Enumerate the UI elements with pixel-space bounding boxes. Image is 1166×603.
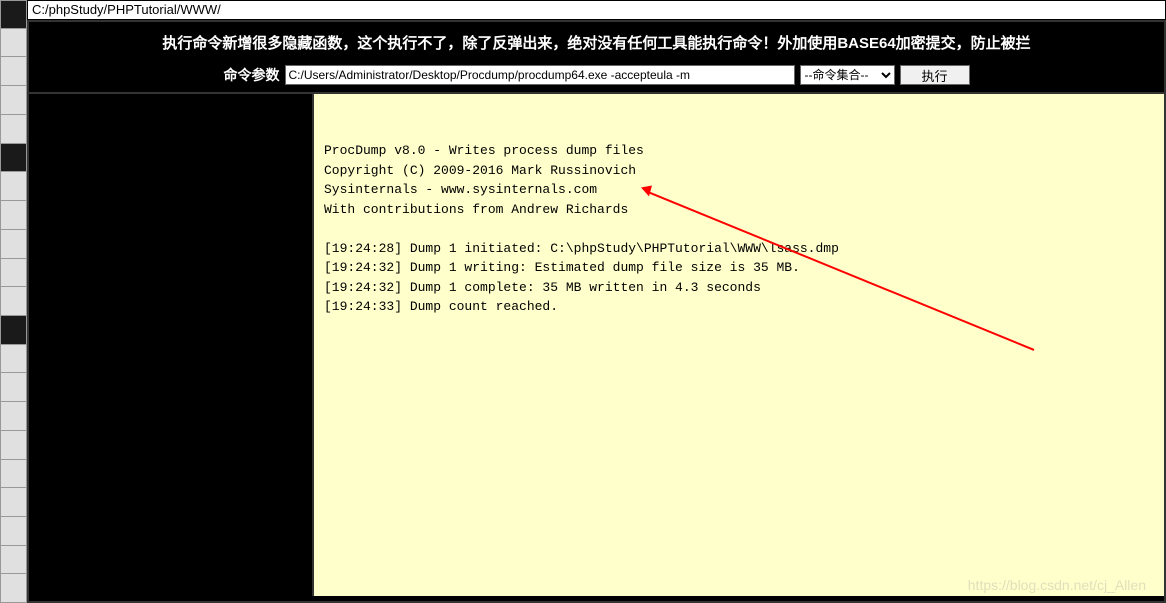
command-select[interactable]: --命令集合--: [800, 65, 895, 85]
output-line: Sysinternals - www.sysinternals.com: [324, 180, 1154, 200]
sidebar-cell[interactable]: [0, 144, 27, 173]
main-area: 执行命令新增很多隐藏函数，这个执行不了，除了反弹出来，绝对没有任何工具能执行命令…: [27, 20, 1166, 603]
sidebar-cell[interactable]: [0, 172, 27, 201]
sidebar-cell[interactable]: [0, 86, 27, 115]
execute-button[interactable]: 执行: [900, 65, 970, 85]
sidebar-cell[interactable]: [0, 57, 27, 86]
sidebar-cell[interactable]: [0, 460, 27, 489]
output-line: [324, 219, 1154, 239]
output-line: ProcDump v8.0 - Writes process dump file…: [324, 141, 1154, 161]
sidebar-cell[interactable]: [0, 345, 27, 374]
sidebar-cell[interactable]: [0, 201, 27, 230]
sidebar-cell[interactable]: [0, 287, 27, 316]
sidebar-cell[interactable]: [0, 0, 27, 29]
output-line: [19:24:33] Dump count reached.: [324, 297, 1154, 317]
left-panel: [29, 94, 314, 596]
output-line: Copyright (C) 2009-2016 Mark Russinovich: [324, 161, 1154, 181]
output-panel: ProcDump v8.0 - Writes process dump file…: [314, 94, 1164, 596]
left-sidebar: [0, 0, 27, 603]
header-warning-text: 执行命令新增很多隐藏函数，这个执行不了，除了反弹出来，绝对没有任何工具能执行命令…: [29, 22, 1164, 63]
sidebar-cell[interactable]: [0, 431, 27, 460]
watermark: https://blog.csdn.net/cj_Allen: [968, 577, 1146, 593]
sidebar-cell[interactable]: [0, 574, 27, 603]
output-line: [19:24:28] Dump 1 initiated: C:\phpStudy…: [324, 239, 1154, 259]
sidebar-cell[interactable]: [0, 230, 27, 259]
address-bar[interactable]: C:/phpStudy/PHPTutorial/WWW/: [27, 0, 1166, 20]
sidebar-cell[interactable]: [0, 259, 27, 288]
sidebar-cell[interactable]: [0, 546, 27, 575]
content-container: ProcDump v8.0 - Writes process dump file…: [29, 92, 1164, 596]
sidebar-cell[interactable]: [0, 29, 27, 58]
command-label: 命令参数: [224, 65, 280, 85]
sidebar-cell[interactable]: [0, 115, 27, 144]
command-bar: 命令参数 --命令集合-- 执行: [29, 63, 1164, 87]
command-input[interactable]: [285, 65, 795, 85]
output-line: With contributions from Andrew Richards: [324, 200, 1154, 220]
output-line: [19:24:32] Dump 1 complete: 35 MB writte…: [324, 278, 1154, 298]
sidebar-cell[interactable]: [0, 402, 27, 431]
sidebar-cell[interactable]: [0, 316, 27, 345]
sidebar-cell[interactable]: [0, 517, 27, 546]
sidebar-cell[interactable]: [0, 488, 27, 517]
output-line: [19:24:32] Dump 1 writing: Estimated dum…: [324, 258, 1154, 278]
sidebar-cell[interactable]: [0, 373, 27, 402]
